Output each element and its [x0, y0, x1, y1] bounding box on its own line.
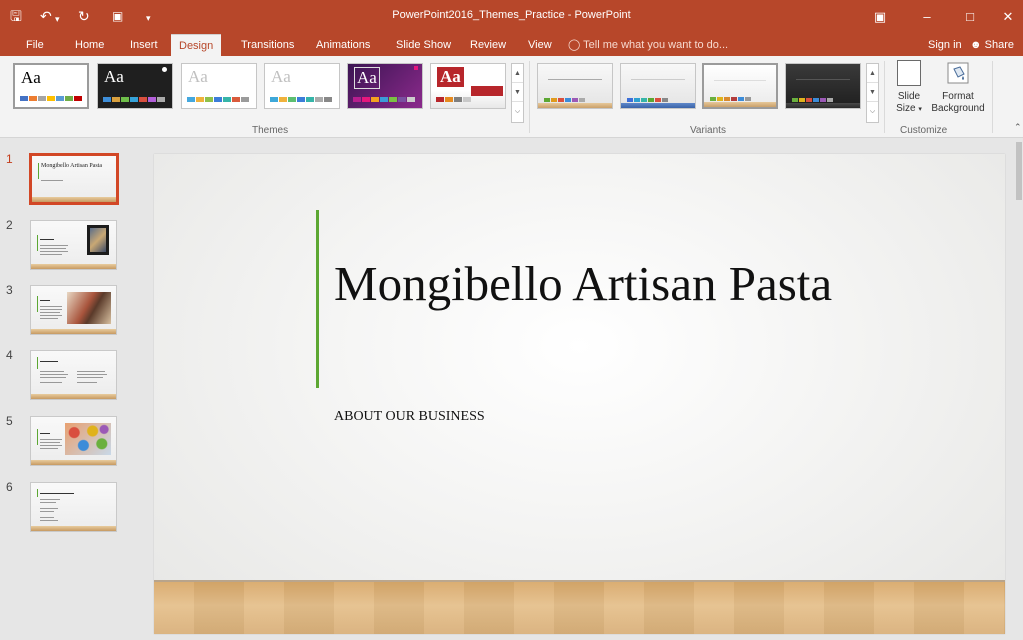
share-button[interactable]: ☻ Share [964, 34, 1020, 56]
scrollbar-thumb[interactable] [1016, 142, 1022, 200]
gallery-down-icon[interactable]: ▼ [867, 83, 878, 102]
variant-1[interactable] [537, 63, 613, 109]
current-slide[interactable]: Mongibello Artisan Pasta ABOUT OUR BUSIN… [154, 154, 1005, 634]
gallery-more-icon[interactable]: ⌵ [512, 102, 523, 121]
paint-bucket-icon [945, 60, 971, 86]
lightbulb-icon: ◯ [568, 39, 584, 51]
theme-office-dark[interactable]: Aa [97, 63, 173, 109]
sign-in-link[interactable]: Sign in [928, 34, 962, 56]
collapse-ribbon-icon[interactable]: ⌃ [1014, 122, 1022, 133]
theme-integral[interactable]: Aa [264, 63, 340, 109]
design-ribbon: Aa Aa Aa Aa Aa Aa ▲ ▼ ⌵ Themes ▲ ▼ ⌵ Var… [0, 56, 1023, 138]
format-background-label-1: Format [942, 91, 974, 102]
slide-thumbnail-3[interactable] [30, 285, 117, 335]
share-label: Share [984, 39, 1014, 51]
slide-thumbnail-4[interactable] [30, 350, 117, 400]
theme-parallax[interactable]: Aa [430, 63, 506, 109]
slide-number: 2 [6, 218, 13, 232]
slide-number: 5 [6, 414, 13, 428]
slide-thumbnail-title: Mongibello Artisan Pasta [41, 163, 102, 169]
share-person-icon: ☻ [970, 39, 982, 51]
gallery-down-icon[interactable]: ▼ [512, 83, 523, 102]
slide-thumbnail-6[interactable] [30, 482, 117, 532]
theme-sample-text: Aa [104, 67, 124, 86]
group-separator [992, 61, 993, 133]
tell-me-text: Tell me what you want to do... [583, 39, 729, 51]
close-icon[interactable]: ✕ [993, 5, 1023, 29]
theme-sample-text: Aa [271, 67, 291, 86]
slide-number: 6 [6, 480, 13, 494]
tab-insert[interactable]: Insert [122, 34, 166, 56]
variants-group-label: Variants [690, 125, 726, 136]
theme-sample-text: Aa [21, 68, 41, 87]
slide-number: 1 [6, 152, 13, 166]
group-separator [529, 61, 530, 133]
minimize-icon[interactable]: – [912, 5, 942, 29]
wood-floor-background [154, 582, 1005, 634]
maximize-icon[interactable]: □ [955, 5, 985, 29]
slide-size-label-1: Slide [897, 91, 921, 102]
gallery-up-icon[interactable]: ▲ [867, 64, 878, 83]
slide-thumbnail-5[interactable] [30, 416, 117, 466]
theme-office[interactable]: Aa [13, 63, 89, 109]
variants-gallery-scroll[interactable]: ▲ ▼ ⌵ [866, 63, 879, 123]
slide-size-label-2: Size [896, 103, 916, 114]
vertical-scrollbar[interactable] [1015, 138, 1023, 640]
gallery-more-icon[interactable]: ⌵ [867, 102, 878, 121]
tab-home[interactable]: Home [67, 34, 112, 56]
format-background-button[interactable]: Format Background [927, 60, 989, 115]
slide-title[interactable]: Mongibello Artisan Pasta [334, 258, 894, 310]
theme-sample-text: Aa [354, 67, 380, 89]
theme-sample-text: Aa [188, 67, 208, 86]
slide-number: 4 [6, 348, 13, 362]
ribbon-display-options-icon[interactable]: ▣ [865, 5, 895, 29]
slide-number: 3 [6, 283, 13, 297]
tab-design[interactable]: Design [171, 34, 222, 56]
tab-transitions[interactable]: Transitions [233, 34, 302, 56]
variant-4[interactable] [785, 63, 861, 109]
themes-gallery-scroll[interactable]: ▲ ▼ ⌵ [511, 63, 524, 123]
group-separator [884, 61, 885, 133]
slide-thumbnail-1[interactable]: Mongibello Artisan Pasta [29, 153, 119, 205]
chevron-down-icon: ▾ [918, 106, 922, 113]
variant-2[interactable] [620, 63, 696, 109]
slide-size-button[interactable]: Slide Size ▾ [890, 60, 928, 116]
slide-thumbnail-2[interactable] [30, 220, 117, 270]
tab-review[interactable]: Review [462, 34, 514, 56]
slide-subtitle[interactable]: ABOUT OUR BUSINESS [334, 409, 485, 425]
slide-size-icon [897, 60, 921, 86]
tab-slide-show[interactable]: Slide Show [388, 34, 459, 56]
tab-animations[interactable]: Animations [308, 34, 378, 56]
variant-3[interactable] [702, 63, 778, 109]
tell-me-box[interactable]: ◯ Tell me what you want to do... [568, 34, 728, 56]
ribbon-tabs: File Home Insert Design Transitions Anim… [0, 34, 1023, 56]
gallery-up-icon[interactable]: ▲ [512, 64, 523, 83]
slide-thumbnails-pane: 1 Mongibello Artisan Pasta 2 3 4 5 6 [0, 138, 128, 640]
tab-view[interactable]: View [520, 34, 560, 56]
tab-file[interactable]: File [18, 34, 52, 56]
theme-facet[interactable]: Aa [181, 63, 257, 109]
theme-sample-text: Aa [437, 67, 464, 87]
customize-group-label: Customize [900, 125, 948, 136]
theme-ion[interactable]: Aa [347, 63, 423, 109]
themes-group-label: Themes [252, 125, 289, 136]
title-accent-line [316, 210, 319, 388]
format-background-label-2: Background [931, 103, 985, 114]
title-bar: 🖫 ↶ ▾ ↻ ▣ ▾ PowerPoint2016_Themes_Practi… [0, 0, 1023, 34]
